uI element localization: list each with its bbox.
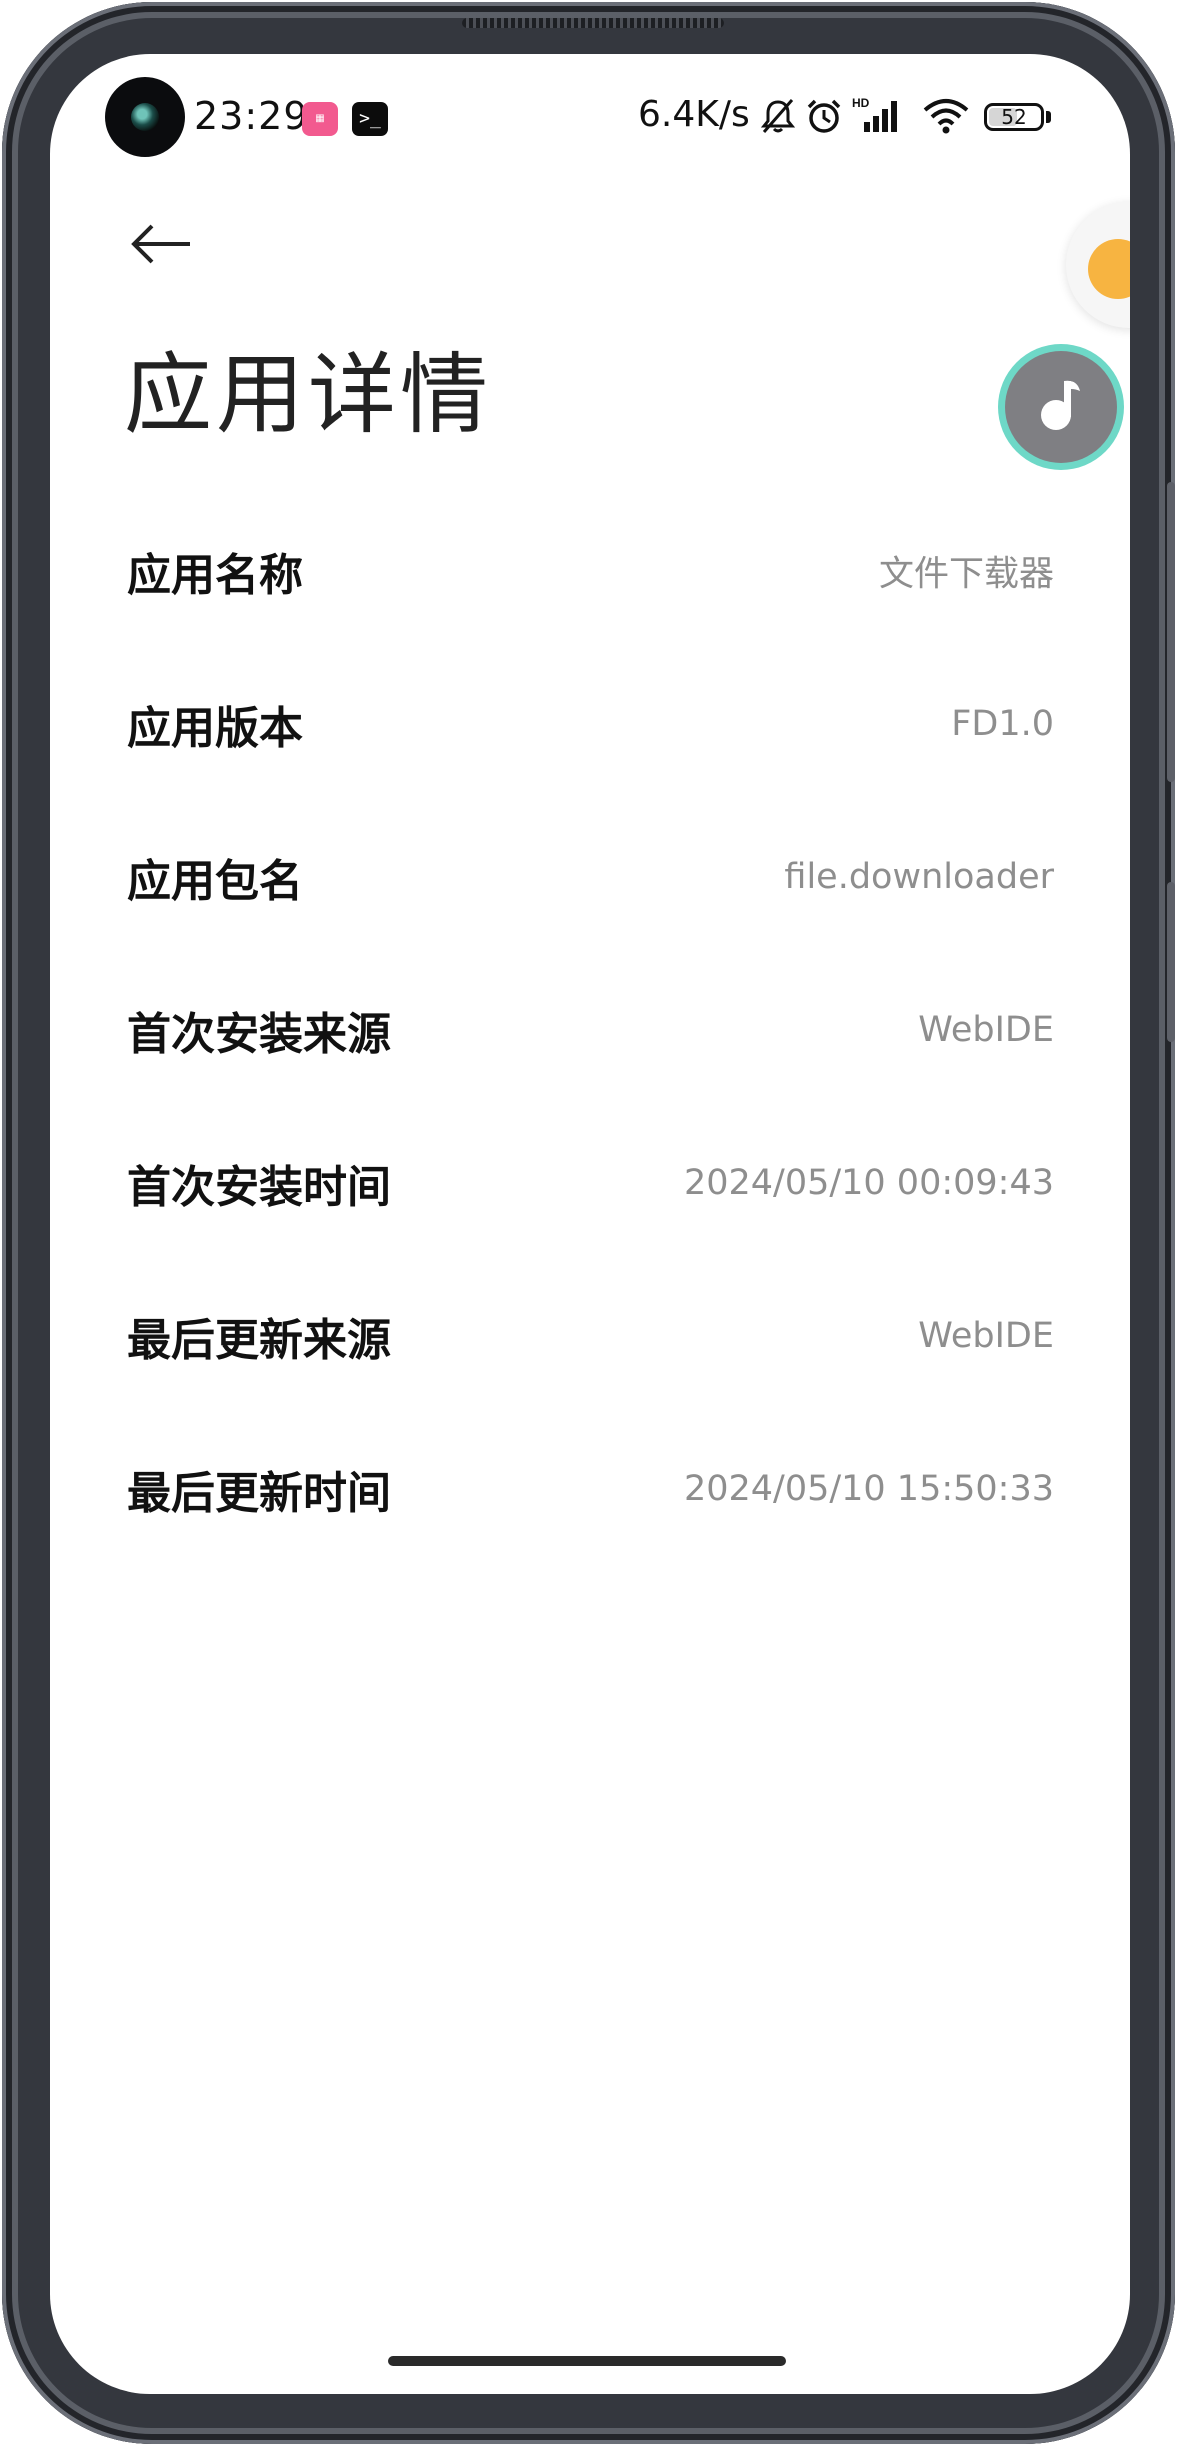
volume-button [1167,482,1175,782]
detail-label: 最后更新时间 [127,1467,391,1519]
floating-music-button[interactable] [1005,351,1117,463]
detail-value: 2024/05/10 00:09:43 [683,1162,1054,1203]
status-time: 23:29 [194,94,309,138]
detail-value: 文件下载器 [878,554,1054,594]
svg-text:HD: HD [852,96,870,110]
app-details-list: 应用名称 文件下载器 应用版本 FD1.0 应用包名 file.download… [50,494,1130,1565]
home-indicator[interactable] [388,2356,786,2366]
detail-label: 应用包名 [127,855,303,907]
detail-label: 应用名称 [127,549,303,601]
detail-row-first-install-source[interactable]: 首次安装来源 WebIDE [50,953,1130,1106]
phone-screen: 23:29 ▦ >_ 6.4K/s HD 52 应用详情 应用名称 文件下载器 … [50,54,1130,2394]
page-title: 应用详情 [124,343,493,446]
music-note-icon [1041,380,1080,430]
detail-value: 2024/05/10 15:50:33 [683,1468,1054,1509]
back-arrow-icon [131,224,190,264]
terminal-icon: >_ [352,102,388,136]
detail-value: WebIDE [918,1009,1054,1050]
screenshot-canvas: 23:29 ▦ >_ 6.4K/s HD 52 应用详情 应用名称 文件下载器 … [0,0,1181,2448]
front-camera [105,77,185,157]
detail-label: 首次安装时间 [127,1161,391,1213]
camera-lens [131,103,159,131]
detail-row-last-update-time[interactable]: 最后更新时间 2024/05/10 15:50:33 [50,1412,1130,1565]
mute-bell-icon [760,99,796,133]
detail-row-first-install-time[interactable]: 首次安装时间 2024/05/10 00:09:43 [50,1106,1130,1259]
hd-signal-icon: HD [852,96,897,132]
wifi-icon [923,99,969,134]
detail-row-app-name[interactable]: 应用名称 文件下载器 [50,494,1130,647]
detail-value: FD1.0 [951,703,1054,744]
floating-coin-widget[interactable] [1066,202,1130,328]
back-button[interactable] [120,204,200,284]
detail-label: 最后更新来源 [127,1314,391,1366]
detail-row-app-version[interactable]: 应用版本 FD1.0 [50,647,1130,800]
alarm-icon [807,99,841,133]
phone-frame: 23:29 ▦ >_ 6.4K/s HD 52 应用详情 应用名称 文件下载器 … [2,2,1175,2444]
detail-label: 首次安装来源 [127,1008,391,1060]
app-notification-icon: ▦ [302,102,338,136]
battery-nub [1046,111,1051,123]
network-speed: 6.4K/s [638,94,750,135]
detail-value: WebIDE [918,1315,1054,1356]
status-bar: 23:29 ▦ >_ 6.4K/s HD 52 [50,54,1130,184]
battery-icon: 52 [984,103,1044,131]
detail-label: 应用版本 [127,702,303,754]
earpiece [462,18,724,28]
power-button [1167,882,1175,1042]
coin-icon [1088,239,1130,299]
detail-row-package-name[interactable]: 应用包名 file.downloader [50,800,1130,953]
detail-row-last-update-source[interactable]: 最后更新来源 WebIDE [50,1259,1130,1412]
detail-value: file.downloader [784,856,1054,897]
battery-level-text: 52 [1001,105,1027,129]
